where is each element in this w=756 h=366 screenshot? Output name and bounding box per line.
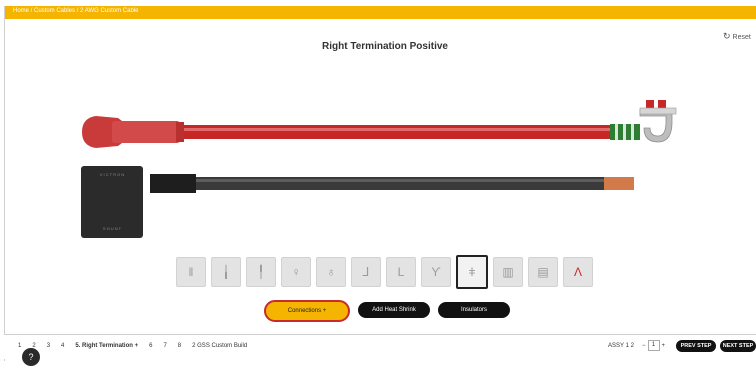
heat-shrink-stripe-1 bbox=[615, 124, 618, 140]
ring-terminal-icon-3[interactable]: ╿ bbox=[246, 257, 276, 287]
connector-options: ‖ ╽ ╿ ♀ ♁ ⅃ L ϒ ǂ ▥ ▤ Ʌ bbox=[176, 255, 593, 291]
steps-list: 1 2 3 4 5. Right Termination +6 7 8 2 GSS Custo… bbox=[18, 343, 247, 349]
increase-icon[interactable]: + bbox=[662, 343, 666, 349]
heat-shrink-stripe-3 bbox=[631, 124, 634, 140]
step-3[interactable]: 3 bbox=[47, 343, 50, 349]
red-boot-sleeve bbox=[112, 121, 180, 143]
ring-terminal-icon-1[interactable]: ‖ bbox=[176, 257, 206, 287]
block-terminal-icon-2[interactable]: ▤ bbox=[528, 257, 558, 287]
insulators-button[interactable]: Insulators bbox=[438, 302, 510, 318]
negative-cable-highlight bbox=[150, 179, 605, 182]
ring-terminal-icon-5[interactable]: ♁ bbox=[316, 257, 346, 287]
shunt-label-bottom: S H U N T bbox=[103, 226, 122, 231]
negative-cable-sleeve bbox=[150, 174, 196, 193]
prev-step-button[interactable]: PREV STEP bbox=[676, 340, 716, 352]
copper-end bbox=[604, 177, 634, 190]
step-5[interactable]: 5. Right Termination + bbox=[75, 343, 138, 349]
quantity-input[interactable]: 1 bbox=[647, 340, 660, 351]
step-6[interactable]: 6 bbox=[149, 343, 152, 349]
negative-cable bbox=[150, 177, 605, 190]
step-8[interactable]: 8 bbox=[178, 343, 181, 349]
clamp-body bbox=[639, 107, 677, 115]
decrease-icon[interactable]: − bbox=[642, 343, 646, 349]
cable-preview: V I C T R O N S H U N T bbox=[81, 100, 677, 238]
battery-clamp bbox=[639, 109, 673, 143]
heat-shrink-stripe-2 bbox=[623, 124, 626, 140]
clamp-red-icon[interactable]: Ʌ bbox=[563, 257, 593, 287]
shunt-label-top: V I C T R O N bbox=[100, 172, 125, 177]
ring-terminal-icon-4[interactable]: ♀ bbox=[281, 257, 311, 287]
quantity-stepper[interactable]: − 1 + bbox=[642, 340, 665, 351]
angled-terminal-icon-1[interactable]: ⅃ bbox=[351, 257, 381, 287]
step-4[interactable]: 4 bbox=[61, 343, 64, 349]
ring-terminal-icon-2[interactable]: ╽ bbox=[211, 257, 241, 287]
battery-clamp-icon[interactable]: ϒ bbox=[421, 257, 451, 287]
block-terminal-icon-1[interactable]: ▥ bbox=[493, 257, 523, 287]
help-icon[interactable]: ? bbox=[22, 348, 40, 366]
step-9[interactable]: 2 GSS Custom Build bbox=[192, 343, 247, 349]
step-navigation-bar: 1 2 3 4 5. Right Termination +6 7 8 2 GSS Custo… bbox=[4, 334, 756, 359]
angled-terminal-icon-2[interactable]: L bbox=[386, 257, 416, 287]
positive-cable-highlight bbox=[120, 128, 615, 131]
red-boot-ring bbox=[176, 122, 184, 142]
connections-button[interactable]: Connections + bbox=[264, 300, 350, 322]
add-heat-shrink-button[interactable]: Add Heat Shrink bbox=[358, 302, 430, 318]
assembly-count: ASSY 1 2 bbox=[608, 343, 634, 349]
step-1[interactable]: 1 bbox=[18, 343, 21, 349]
step-7[interactable]: 7 bbox=[163, 343, 166, 349]
next-step-button[interactable]: NEXT STEP bbox=[720, 340, 756, 352]
battery-clamp-selected-icon[interactable]: ǂ bbox=[456, 255, 488, 289]
positive-cable bbox=[120, 125, 615, 139]
action-buttons: Connections + Add Heat Shrink Insulators bbox=[264, 300, 510, 322]
